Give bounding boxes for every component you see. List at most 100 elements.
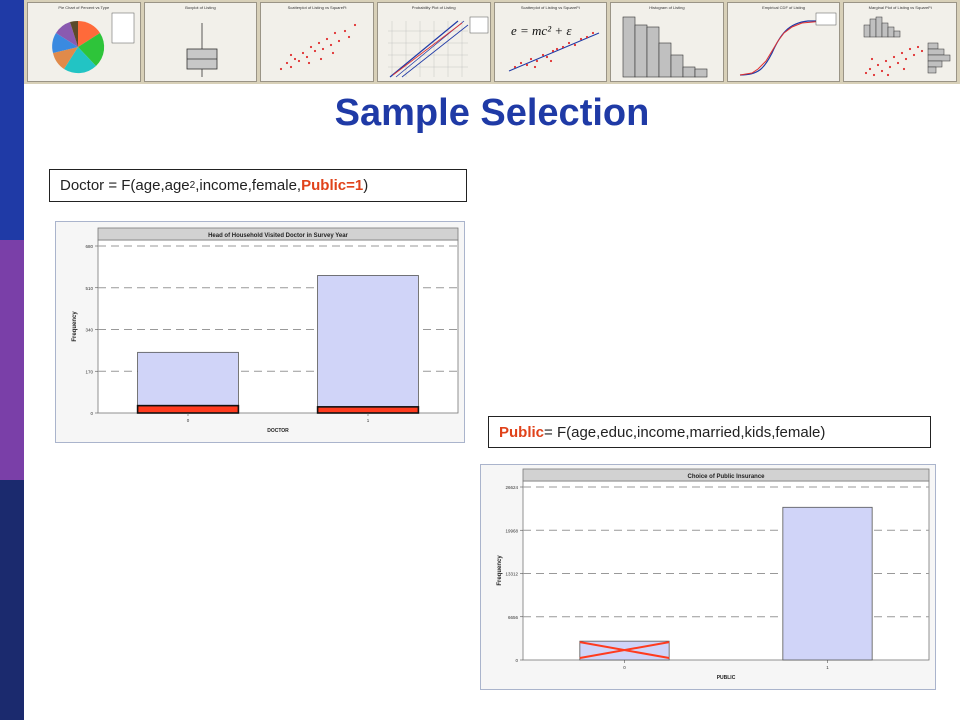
scatter-point [519, 61, 522, 65]
scatter-point [865, 71, 868, 75]
pie-chart-thumb [52, 12, 135, 74]
scatter-point [887, 73, 890, 77]
selected-segment [316, 406, 420, 414]
scatter-point [294, 57, 297, 61]
slide-title: Sample Selection [334, 92, 650, 134]
scatter-point [320, 57, 323, 61]
y-tick-label: 680 [85, 244, 93, 249]
scatter-point [533, 65, 536, 69]
scatter-point [286, 61, 289, 65]
scatter-point [348, 35, 351, 39]
x-tick-label: 1 [826, 665, 829, 670]
scatter-point [290, 65, 293, 69]
thumb-ecdf: Empirical CDF of Listing [726, 2, 841, 82]
scatter-thumb [280, 23, 357, 71]
thumb-scatter1: Scatterplot of Listing vs SquareFt [260, 2, 374, 82]
scatter-point [529, 57, 532, 61]
bar [317, 275, 419, 414]
thumb-histogram: Histogram of Listing [610, 2, 724, 82]
y-axis-label: Frequency [72, 311, 78, 342]
eq2-rest: = F(age,educ,income,married,kids,female) [544, 423, 826, 441]
scatter-point [877, 63, 880, 67]
scatter-point [541, 53, 544, 57]
y-tick-label: 0 [515, 658, 518, 663]
left-strip-purple [0, 240, 24, 480]
bar [782, 506, 873, 661]
scatter-point [306, 55, 309, 59]
scatter-point [344, 29, 347, 33]
scatter-point [905, 57, 908, 61]
scatter-point [567, 41, 570, 45]
scatter-point [869, 67, 872, 71]
thumbnail-banner: Pie Chart of Percent vs Type Boxplot of … [24, 0, 960, 84]
y-axis-label: Frequency [497, 555, 503, 586]
public-bar-chart: Choice of Public Insurance 0 6656 13312 1996… [497, 468, 930, 681]
x-tick-label: 1 [367, 418, 370, 423]
scatter-point [290, 53, 293, 57]
scatter-point [897, 61, 900, 65]
chart-title: Choice of Public Insurance [687, 474, 765, 480]
thumb-pie: Pie Chart of Percent vs Type [27, 2, 141, 82]
scatter-point [913, 53, 916, 57]
eq2-highlight: Public [499, 423, 545, 441]
scatter-point [280, 67, 283, 71]
scatter-point [549, 59, 552, 63]
thumb-boxplot: Boxplot of Listing [143, 2, 258, 82]
scatter-point [354, 23, 357, 27]
x-axis-label: DOCTOR [267, 428, 289, 434]
scatter-point [573, 43, 576, 47]
probability-plot-thumb [387, 16, 489, 78]
chart-title: Head of Household Visited Doctor in Surv… [208, 233, 348, 239]
scatter-point [871, 57, 874, 61]
scatter-point [535, 59, 538, 63]
scatter-point [302, 51, 305, 55]
eq1-prefix: Doctor = F(age,age [60, 177, 190, 194]
scatter-point [525, 63, 528, 67]
scatter-point [334, 31, 337, 35]
scatter-point [585, 35, 588, 39]
scatter-point [909, 47, 912, 51]
thumb-scatter2: Scatterplot of Listing vs SquareFt e = m… [493, 2, 608, 82]
thumb-marginal: Marginal Plot of Listing vs SquareFt [843, 2, 957, 82]
y-tick-label: 170 [85, 369, 93, 374]
scatter-point [873, 73, 876, 77]
scatter-point [555, 47, 558, 51]
y-tick-label: 0 [90, 411, 93, 416]
scatter-point [917, 45, 920, 49]
scatter-point [308, 61, 311, 65]
histogram-thumb [622, 16, 708, 78]
eq1-suffix: ) [363, 177, 369, 194]
scatter-point [921, 49, 924, 53]
scatter-point [513, 65, 516, 69]
selected-segment [136, 404, 240, 414]
eq1-middle: ,income,female, [195, 177, 302, 194]
boxplot-thumb [186, 23, 218, 77]
scatter-regression-thumb: e = mc² + ε [508, 23, 599, 72]
scatter-point [314, 49, 317, 53]
scatter-point [310, 45, 313, 49]
equation-public: Public = F(age,educ,income,married,kids,… [488, 416, 931, 448]
scatter-point [298, 59, 301, 63]
scatter-point [332, 51, 335, 55]
scatter-point [881, 69, 884, 73]
y-tick-label: 6656 [508, 615, 519, 620]
scatter-point [326, 37, 329, 41]
y-tick-label: 340 [85, 328, 93, 333]
scatter-point [322, 47, 325, 51]
y-tick-label: 26624 [505, 485, 518, 490]
scatter-point [591, 31, 594, 35]
bar [137, 351, 239, 414]
scatter-point [561, 45, 564, 49]
scatter-point [901, 51, 904, 55]
marginal-plot-thumb [864, 16, 951, 77]
scatter-point [885, 59, 888, 63]
formula-text: e = mc² + ε [511, 23, 572, 38]
scatter-point [889, 65, 892, 69]
y-tick-label: 13312 [505, 572, 518, 577]
left-strip-navy [0, 480, 24, 720]
y-tick-label: 510 [85, 286, 93, 291]
scatter-point [330, 43, 333, 47]
x-tick-label: 0 [623, 665, 626, 670]
doctor-bar-chart: Head of Household Visited Doctor in Surv… [72, 227, 459, 434]
ecdf-thumb [739, 12, 836, 76]
